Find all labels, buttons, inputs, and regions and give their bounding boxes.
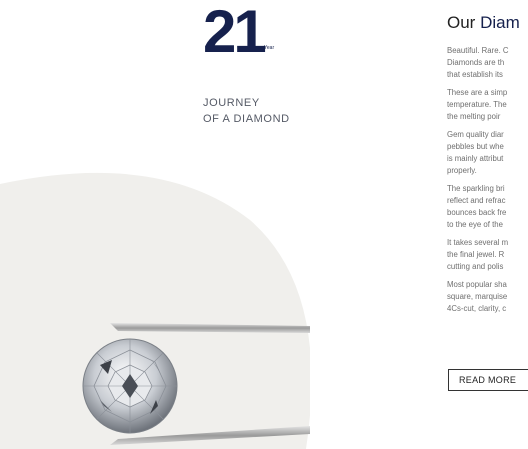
paragraph-line: square, marquise bbox=[447, 292, 508, 301]
journey-line-2: OF A DIAMOND bbox=[203, 113, 290, 125]
section-title: Our Diam bbox=[447, 13, 520, 33]
paragraph: These are a simp temperature. The the me… bbox=[447, 87, 528, 123]
paragraph-line: Gem quality diar bbox=[447, 130, 504, 139]
section-title-accent: Diam bbox=[475, 13, 520, 32]
paragraph-line: the melting poir bbox=[447, 112, 501, 121]
paragraph-line: bounces back fre bbox=[447, 208, 507, 217]
paragraph-line: The sparkling bri bbox=[447, 184, 505, 193]
read-more-button[interactable]: READ MORE bbox=[448, 369, 528, 391]
paragraph-line: reflect and refrac bbox=[447, 196, 506, 205]
paragraph-line: 4Cs-cut, clarity, c bbox=[447, 304, 507, 313]
paragraph: Gem quality diar pebbles but whe is main… bbox=[447, 129, 528, 177]
paragraph-line: These are a simp bbox=[447, 88, 508, 97]
paragraph: The sparkling bri reflect and refrac bou… bbox=[447, 183, 528, 231]
paragraph-line: cutting and polis bbox=[447, 262, 504, 271]
section-title-lead: Our bbox=[447, 13, 476, 32]
paragraph-line: temperature. The bbox=[447, 100, 507, 109]
paragraph-line: Beautiful. Rare. C bbox=[447, 46, 509, 55]
paragraph-line: properly. bbox=[447, 166, 477, 175]
diamond-illustration bbox=[0, 172, 310, 449]
paragraph-line: that establish its bbox=[447, 70, 503, 79]
paragraph-line: Diamonds are th bbox=[447, 58, 505, 67]
paragraph: Most popular sha square, marquise 4Cs-cu… bbox=[447, 279, 528, 315]
section-body: Beautiful. Rare. C Diamonds are th that … bbox=[447, 45, 528, 321]
year-label: Year bbox=[264, 45, 275, 51]
year-number: 21 bbox=[203, 0, 267, 65]
paragraph: Beautiful. Rare. C Diamonds are th that … bbox=[447, 45, 528, 81]
journey-heading: JOURNEY OF A DIAMOND bbox=[203, 95, 290, 127]
paragraph: It takes several m the final jewel. R cu… bbox=[447, 237, 528, 273]
paragraph-line: Most popular sha bbox=[447, 280, 507, 289]
paragraph-line: pebbles but whe bbox=[447, 142, 504, 151]
diamond-journey-section: 21 Year JOURNEY OF A DIAMOND Our Diam Be… bbox=[0, 0, 528, 449]
diamond-gem bbox=[82, 338, 178, 434]
journey-line-1: JOURNEY bbox=[203, 97, 260, 109]
paragraph-line: the final jewel. R bbox=[447, 250, 505, 259]
paragraph-line: to the eye of the bbox=[447, 220, 503, 229]
paragraph-line: It takes several m bbox=[447, 238, 509, 247]
paragraph-line: is mainly attribut bbox=[447, 154, 504, 163]
